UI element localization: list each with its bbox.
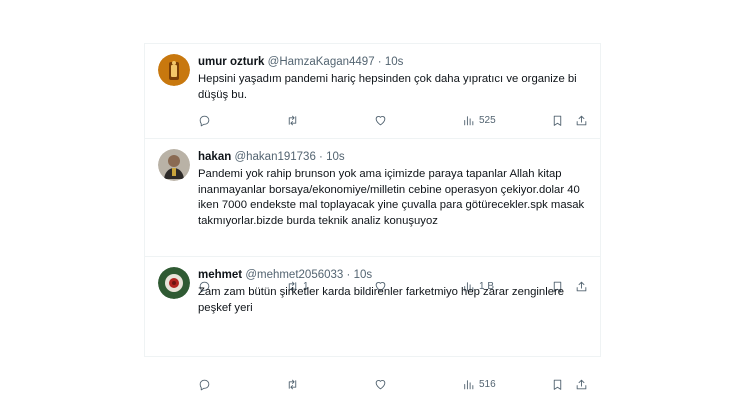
display-name[interactable]: hakan [198,151,231,163]
user-handle[interactable]: @hakan191736 [234,151,315,163]
retweet-icon [288,115,297,125]
tweet-feed: umur ozturk @HamzaKagan4497 · 10s Hepsin… [144,43,601,390]
avatar[interactable] [158,149,190,181]
share-button[interactable] [575,111,588,129]
timestamp[interactable]: 10s [326,151,345,163]
action-bar: 516 [198,375,588,393]
avatar[interactable] [158,267,190,299]
retweet-button[interactable] [286,375,303,393]
avatar[interactable] [158,54,190,86]
tweet-header: mehmet @mehmet2056033 · 10s [198,268,372,282]
display-name[interactable]: umur ozturk [198,56,264,68]
views-button[interactable]: 516 [462,375,496,393]
share-icon [576,379,587,389]
tweet-text: Zam zam bütün şirketler karda bildirenle… [198,286,565,314]
bookmark-button[interactable] [551,111,564,129]
timestamp[interactable]: 10s [385,56,404,68]
tweet-header: hakan @hakan191736 · 10s [198,150,345,164]
tweet[interactable]: umur ozturk @HamzaKagan4497 · 10s Hepsin… [145,43,600,138]
retweet-button[interactable] [286,111,303,129]
like-icon [375,379,386,389]
views-count: 516 [479,378,496,390]
separator-dot: · [346,269,351,281]
like-icon [375,115,386,125]
action-bar: 525 [198,111,588,129]
like-button[interactable] [374,375,387,393]
tweet-text: Hepsini yaşadım pandemi hariç hepsinden … [198,73,577,101]
views-icon [464,115,474,125]
reply-button[interactable] [198,111,211,129]
views-count: 525 [479,114,496,126]
bookmark-icon [553,115,562,126]
separator-dot: · [319,151,323,163]
separator-dot: · [377,56,382,68]
views-button[interactable]: 525 [462,111,496,129]
share-button[interactable] [575,375,588,393]
tweet[interactable]: mehmet @mehmet2056033 · 10s Zam zam bütü… [145,256,600,390]
like-button[interactable] [374,111,387,129]
timestamp[interactable]: 10s [354,269,373,281]
share-icon [576,115,587,125]
bookmark-button[interactable] [551,375,564,393]
user-handle[interactable]: @mehmet2056033 [245,269,343,281]
tweet-header: umur ozturk @HamzaKagan4497 · 10s [198,55,403,69]
display-name[interactable]: mehmet [198,269,242,281]
user-handle[interactable]: @HamzaKagan4497 [268,56,375,68]
retweet-icon [288,379,297,389]
bookmark-icon [553,379,562,390]
reply-icon [199,379,210,390]
tweet[interactable]: hakan @hakan191736 · 10s Pandemi yok rah… [145,138,600,292]
reply-button[interactable] [198,375,211,393]
views-icon [464,379,474,389]
reply-icon [199,115,210,126]
tweet-text: Pandemi yok rahip brunson yok ama içimiz… [198,168,585,227]
